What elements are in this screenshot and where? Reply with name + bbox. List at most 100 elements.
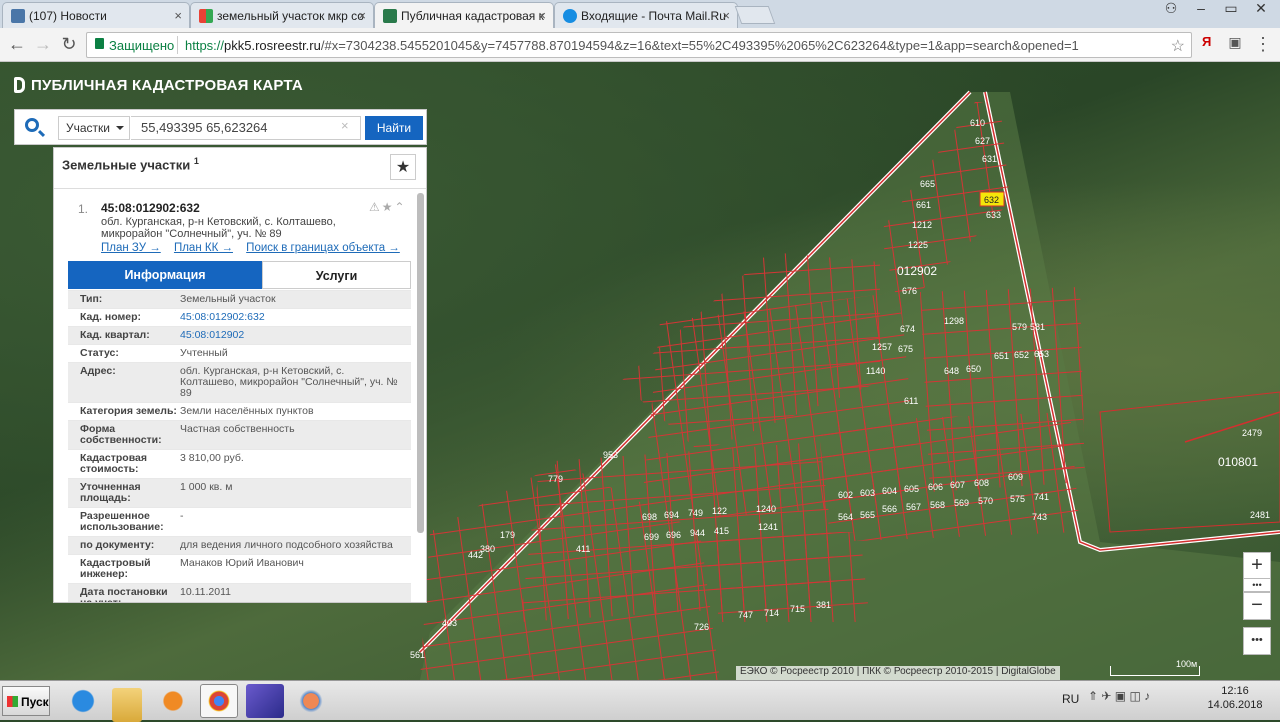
info-row-cadastral-value: Кадастровая стоимость:3 810,00 руб. [68, 449, 411, 478]
app-title: ПУБЛИЧНАЯ КАДАСТРОВАЯ КАРТА [14, 77, 303, 94]
info-row-by-document: по документу: для ведения личного подсобн… [68, 536, 411, 554]
parcel-label: 944 [690, 528, 705, 538]
parcel-label: 603 [860, 488, 875, 498]
parcel-label: 699 [644, 532, 659, 542]
browser-tab-search[interactable]: земельный участок мкр со × [190, 2, 374, 28]
tab-information[interactable]: Информация [68, 261, 262, 289]
scale-label: 100м [1176, 659, 1198, 669]
browser-tab-news[interactable]: (107) Новости × [2, 2, 190, 28]
extension-icon[interactable]: ▣ [1224, 34, 1246, 51]
cadastral-map[interactable]: 610 627 631 632 633 665 661 1212 1225 67… [0, 62, 1280, 680]
browser-tab-cadastral-map[interactable]: Публичная кадастровая к × [374, 2, 554, 28]
close-window-button[interactable]: ✕ [1246, 0, 1276, 17]
parcel-label: 661 [916, 200, 931, 210]
parcel-label: 1225 [908, 240, 928, 250]
paint-icon[interactable] [292, 684, 330, 718]
rosreestr-logo-icon [14, 77, 25, 93]
start-button[interactable]: Пуск [2, 686, 50, 716]
parcel-label: 652 [1014, 350, 1029, 360]
visual-studio-icon[interactable] [246, 684, 284, 718]
file-explorer-icon[interactable] [112, 688, 142, 722]
chevron-up-icon[interactable]: ⌃ [395, 200, 407, 214]
parcel-label: 714 [764, 608, 779, 618]
menu-icon[interactable]: ⋮ [1252, 34, 1274, 55]
parcel-label: 741 [1034, 492, 1049, 502]
parcel-label: 2481 [1250, 510, 1270, 520]
info-table: Тип: Земельный участок Кад. номер: 45:08:0… [68, 290, 411, 602]
secure-label: Защищено [109, 38, 175, 53]
reload-icon[interactable]: ↻ [58, 34, 80, 55]
parcel-label: 633 [986, 210, 1001, 220]
parcel-label: 609 [1008, 472, 1023, 482]
rosreestr-favicon-icon [383, 9, 397, 23]
language-indicator[interactable]: RU [1062, 692, 1079, 706]
google-favicon-icon [199, 9, 213, 23]
favorite-star-button[interactable]: ★ [390, 154, 416, 180]
tab-services[interactable]: Услуги [262, 261, 411, 289]
parcel-label: 779 [548, 474, 563, 484]
address-bar[interactable]: Защищено https://pkk5.rosreestr.ru/#x=73… [86, 32, 1192, 58]
panel-scrollbar[interactable] [417, 193, 424, 533]
chrome-icon[interactable] [200, 684, 238, 718]
parcel-label: 676 [902, 286, 917, 296]
clear-search-icon[interactable]: × [341, 118, 349, 133]
new-tab-button[interactable] [734, 6, 776, 24]
warning-icon[interactable]: ⚠ [369, 200, 382, 214]
parcel-label: 602 [838, 490, 853, 500]
parcel-label: 566 [882, 504, 897, 514]
parcel-label: 403 [442, 618, 457, 628]
cad-number-link[interactable]: 45:08:012902:632 [180, 312, 400, 323]
media-player-icon[interactable] [154, 684, 192, 718]
parcel-label: 1240 [756, 504, 776, 514]
tab-title: Входящие - Почта Mail.Ru [581, 9, 726, 23]
more-options-button[interactable]: ••• [1243, 627, 1271, 655]
lock-icon [95, 38, 104, 49]
info-row-land-category: Категория земель: Земли населённых пункто… [68, 402, 411, 420]
parcel-label: 953 [603, 450, 618, 460]
forward-arrow-icon[interactable]: → [32, 34, 54, 55]
parcel-label: 1241 [758, 522, 778, 532]
url-text[interactable]: https://pkk5.rosreestr.ru/#x=7304238.545… [185, 38, 1079, 53]
search-input[interactable]: 55,493395 65,623264 [131, 116, 361, 140]
info-row-address: Адрес: обл. Курганская, р-н Кетовский, с.… [68, 362, 411, 402]
find-button[interactable]: Найти [365, 116, 423, 140]
parcel-label: 581 [1030, 322, 1045, 332]
back-arrow-icon[interactable]: ← [6, 34, 28, 55]
parcel-label: 747 [738, 610, 753, 620]
info-row-area: Уточненная площадь:1 000 кв. м [68, 478, 411, 507]
info-row-registration-date: Дата постановки на учет:10.11.2011 [68, 583, 411, 602]
search-icon[interactable] [25, 118, 39, 132]
bookmark-star-icon[interactable]: ☆ [1171, 36, 1185, 56]
zoom-out-button[interactable]: − [1243, 592, 1271, 620]
cad-quarter-link[interactable]: 45:08:012902 [180, 330, 400, 341]
system-tray-icons[interactable]: ⇑ ✈ ▣ ◫ ♪ [1088, 689, 1178, 713]
internet-explorer-icon[interactable] [64, 684, 102, 718]
search-in-bounds-link[interactable]: Поиск в границах объекта → [246, 242, 400, 254]
result-cadastral-number[interactable]: 45:08:012902:632 [101, 201, 200, 215]
parcel-label: 631 [982, 154, 997, 164]
parcel-label: 570 [978, 496, 993, 506]
zoom-level-icon[interactable]: ••• [1243, 578, 1271, 592]
minimize-window-button[interactable]: – [1186, 0, 1216, 16]
parcel-label: 726 [694, 622, 709, 632]
zoom-in-button[interactable]: + [1243, 552, 1271, 580]
plan-kk-link[interactable]: План КК → [174, 242, 233, 254]
star-icon[interactable]: ★ [382, 200, 395, 214]
chevron-down-icon [116, 126, 124, 134]
user-profile-icon[interactable]: ⚇ [1156, 0, 1186, 17]
tab-title: земельный участок мкр со [217, 9, 364, 23]
search-type-select[interactable]: Участки [58, 116, 130, 140]
panel-heading: Земельные участки 1 [62, 156, 199, 173]
parcel-label: 627 [975, 136, 990, 146]
close-tab-icon[interactable]: × [538, 8, 546, 23]
maximize-window-button[interactable]: ▭ [1216, 0, 1246, 17]
close-tab-icon[interactable]: × [358, 8, 366, 23]
yandex-extension-icon[interactable]: Я [1202, 34, 1211, 49]
plan-zu-link[interactable]: План ЗУ → [101, 242, 161, 254]
clock[interactable]: 12:16 14.06.2018 [1200, 684, 1270, 712]
tab-title: (107) Новости [29, 9, 107, 23]
browser-tab-mail[interactable]: Входящие - Почта Mail.Ru × [554, 2, 738, 28]
close-tab-icon[interactable]: × [722, 8, 730, 23]
parcel-label: 605 [904, 484, 919, 494]
close-tab-icon[interactable]: × [174, 8, 182, 23]
